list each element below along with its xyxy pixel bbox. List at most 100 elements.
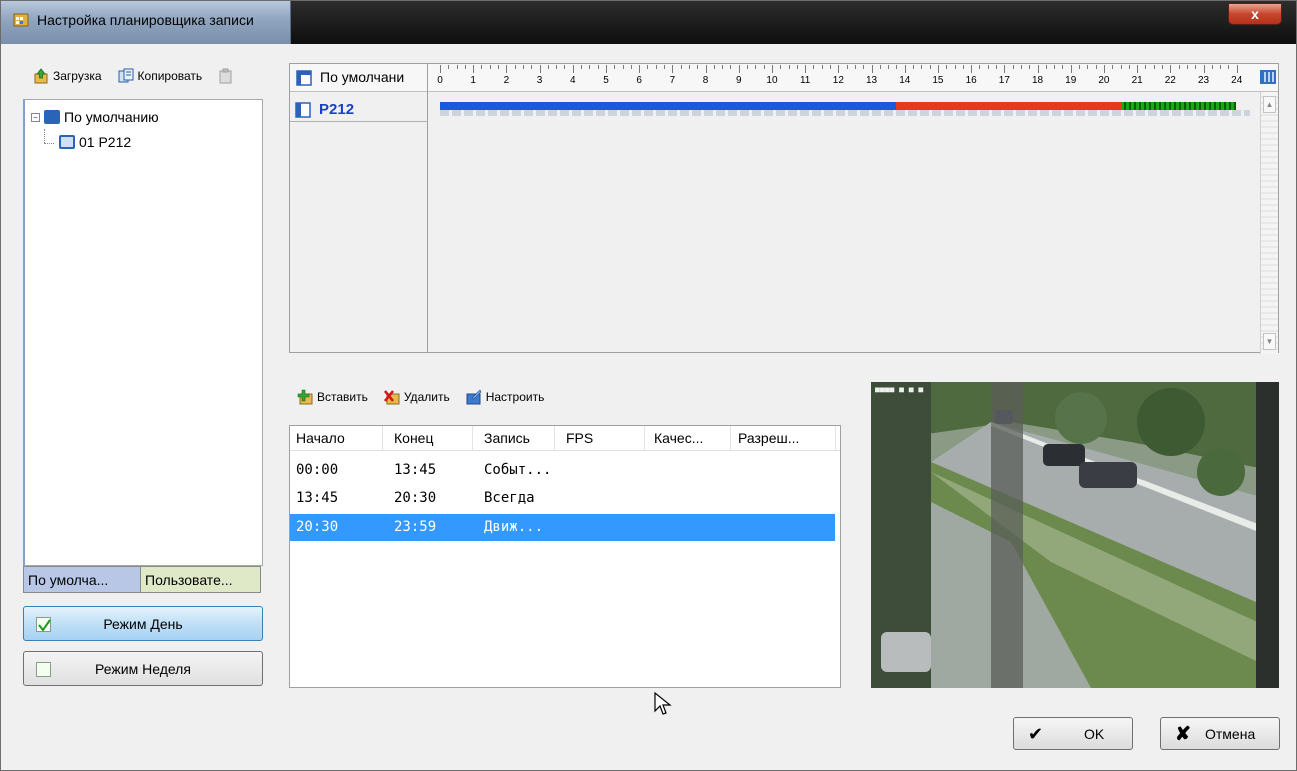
ruler-tick	[440, 65, 441, 73]
ruler-tick	[539, 65, 541, 73]
schedule-segment[interactable]	[440, 102, 897, 110]
table-row[interactable]: 13:45 20:30 Всегда	[290, 485, 835, 512]
column-divider[interactable]	[835, 426, 836, 451]
ruler-tick	[498, 65, 500, 69]
ruler-tick	[1062, 65, 1064, 69]
week-mode-button[interactable]: Режим Неделя	[23, 651, 263, 686]
column-divider[interactable]	[554, 426, 555, 451]
ok-label: OK	[1084, 726, 1105, 742]
column-start[interactable]: Начало	[296, 430, 345, 446]
copy-label: Копировать	[137, 69, 203, 83]
ruler-tick	[556, 65, 558, 69]
tree-node-default[interactable]: − По умолчанию	[31, 109, 159, 125]
grid-view-icon[interactable]	[1260, 70, 1276, 84]
column-resolution[interactable]: Разреш...	[738, 430, 799, 446]
ruler-tick	[605, 65, 607, 73]
camera-preview-image: ■■■■ ■ ■ ■	[871, 382, 1279, 688]
camera-preview: ■■■■ ■ ■ ■	[871, 382, 1279, 688]
ruler-tick	[630, 65, 632, 69]
ruler-tick	[1128, 65, 1130, 69]
tree-node-camera[interactable]: 01 P212	[59, 134, 131, 150]
tree-tabs: По умолча... Пользовате...	[23, 566, 261, 593]
table-row-selected[interactable]: 20:30 23:59 Движ...	[290, 514, 835, 541]
tree-toolbar: Загрузка Копировать	[33, 68, 244, 84]
ruler-tick	[854, 65, 856, 69]
timeline-track[interactable]	[440, 102, 1250, 118]
ruler-tick	[1070, 65, 1072, 73]
column-divider[interactable]	[472, 426, 473, 451]
vertical-scrollbar[interactable]: ▲ ▼	[1260, 92, 1278, 354]
ruler-tick	[531, 65, 533, 69]
ruler-tick	[1195, 65, 1197, 69]
ok-button[interactable]: ✔ OK	[1013, 717, 1133, 750]
cancel-button[interactable]: ✘ Отмена	[1160, 717, 1280, 750]
column-divider[interactable]	[382, 426, 383, 451]
ruler-tick	[448, 65, 450, 69]
ruler-tick	[456, 65, 458, 69]
ruler-tick	[622, 65, 624, 69]
tree-connector	[44, 129, 45, 143]
ruler-tick	[896, 65, 898, 69]
tab-default[interactable]: По умолча...	[23, 566, 141, 593]
ruler-tick	[987, 65, 989, 69]
ruler-tick	[1029, 65, 1031, 69]
schedule-segment[interactable]	[1120, 102, 1237, 110]
ruler-tick	[796, 65, 798, 69]
camera-icon	[295, 101, 311, 118]
ruler-tick	[780, 65, 782, 69]
mouse-cursor-icon	[654, 691, 672, 715]
column-fps[interactable]: FPS	[566, 430, 593, 446]
configure-icon	[466, 389, 482, 405]
copy-button[interactable]: Копировать	[118, 68, 203, 84]
day-mode-button[interactable]: Режим День	[23, 606, 263, 641]
delete-button[interactable]: Удалить	[383, 389, 450, 405]
close-button[interactable]: x	[1228, 3, 1282, 25]
camera-tree[interactable]	[23, 99, 263, 566]
ruler-tick	[597, 65, 599, 69]
ruler-tick	[639, 65, 641, 73]
hour-label: 19	[1065, 75, 1077, 86]
ruler-tick	[1178, 65, 1180, 69]
ruler-tick	[1012, 65, 1014, 69]
ruler-tick	[738, 65, 740, 73]
schedule-grid[interactable]: По умолчани P212 0 1 2 3 4 5 6 7 8 9 10 11 12 13 14 15 1…	[289, 63, 1279, 354]
hour-label: 22	[1164, 75, 1176, 86]
hour-ruler: 0 1 2 3 4 5 6 7 8 9 10 11 12 13 14 15 16 17 18 19 20 21 22 23 24	[437, 64, 1250, 92]
hour-label: 11	[799, 75, 811, 86]
camera-row-name[interactable]: P212	[295, 101, 354, 118]
paste-button[interactable]	[218, 68, 234, 84]
hour-label: 1	[470, 75, 476, 86]
schedule-table[interactable]: Начало Конец Запись FPS Качес... Разреш.…	[289, 425, 841, 688]
scroll-down-icon[interactable]: ▼	[1263, 333, 1276, 350]
ruler-tick	[871, 65, 873, 73]
column-end[interactable]: Конец	[394, 430, 433, 446]
hour-label: 14	[899, 75, 911, 86]
insert-label: Вставить	[317, 390, 368, 404]
tab-custom[interactable]: Пользовате...	[141, 566, 261, 593]
ruler-tick	[522, 65, 524, 69]
insert-button[interactable]: Вставить	[297, 389, 368, 405]
check-icon: ✔	[1028, 724, 1044, 744]
schedule-segment[interactable]	[896, 102, 1121, 110]
ruler-tick	[1020, 65, 1022, 69]
load-button[interactable]: Загрузка	[33, 68, 102, 84]
ruler-tick	[481, 65, 483, 69]
configure-button[interactable]: Настроить	[466, 389, 544, 405]
ruler-tick	[830, 65, 832, 69]
scroll-up-icon[interactable]: ▲	[1263, 96, 1276, 113]
hour-label: 6	[636, 75, 642, 86]
hour-label: 2	[503, 75, 510, 86]
ruler-tick	[962, 65, 964, 69]
collapse-icon[interactable]: −	[31, 112, 40, 122]
table-row[interactable]: 00:00 13:45 Событ...	[290, 457, 835, 484]
ruler-tick	[572, 65, 574, 73]
column-divider[interactable]	[730, 426, 731, 451]
ruler-tick	[664, 65, 666, 69]
column-divider[interactable]	[644, 426, 645, 451]
ruler-tick	[1211, 65, 1213, 69]
ruler-tick	[913, 65, 915, 69]
column-record[interactable]: Запись	[484, 430, 530, 446]
cell-end: 13:45	[394, 462, 437, 478]
column-quality[interactable]: Качес...	[654, 430, 703, 446]
ruler-tick	[763, 65, 765, 69]
